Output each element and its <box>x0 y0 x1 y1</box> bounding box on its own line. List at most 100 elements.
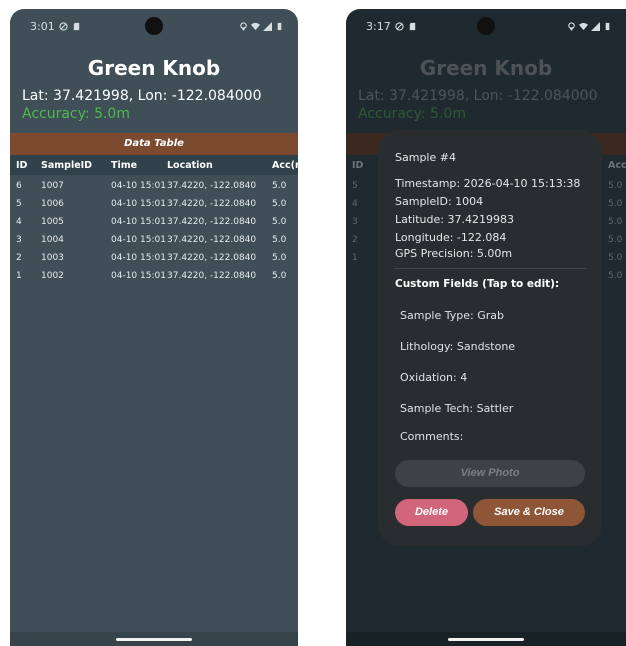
table-body: 6 1007 04-10 15:01 37.4220, -122.0840 5.… <box>10 177 298 285</box>
header-accuracy[interactable]: Acc(r <box>272 160 298 171</box>
sd-card-icon <box>73 22 79 30</box>
camera-cutout <box>477 17 495 35</box>
header-location[interactable]: Location <box>167 160 213 171</box>
lat-lon-readout: Lat: 37.421998, Lon: -122.084000 <box>22 88 262 104</box>
cell-id: 5 <box>352 181 358 191</box>
dnd-icon <box>59 21 68 31</box>
cell-accuracy: 5.0 <box>608 199 623 209</box>
cell-accuracy: 5.0 <box>272 181 287 191</box>
field-oxidation[interactable]: Oxidation: 4 <box>400 371 467 384</box>
cell-sampleid: 1003 <box>41 253 64 263</box>
cell-id: 5 <box>16 199 22 209</box>
battery-icon <box>277 22 282 30</box>
cell-accuracy: 5.0 <box>272 253 287 263</box>
table-header-row: ID SampleID Time Location Acc(r <box>10 155 298 175</box>
signal-icon <box>591 21 600 31</box>
table-row[interactable]: 3 1004 04-10 15:01 37.4220, -122.0840 5.… <box>10 231 298 249</box>
battery-icon <box>605 22 610 30</box>
delete-button[interactable]: Delete <box>395 499 468 526</box>
cell-time: 04-10 15:01 <box>111 217 166 227</box>
cell-id: 1 <box>352 253 358 263</box>
cell-time: 04-10 15:01 <box>111 253 166 263</box>
cell-location: 37.4220, -122.0840 <box>167 253 257 263</box>
gps-precision-text: GPS Precision: 5.00m <box>395 247 513 260</box>
data-table-title: Data Table <box>10 133 298 155</box>
wifi-icon <box>579 22 588 30</box>
accuracy-readout: Accuracy: 5.0m <box>22 106 130 122</box>
header-id: ID <box>352 159 364 171</box>
custom-fields-heading: Custom Fields (Tap to edit): <box>395 278 560 290</box>
cell-sampleid: 1007 <box>41 181 64 191</box>
cell-time: 04-10 15:01 <box>111 199 166 209</box>
cell-id: 6 <box>16 181 22 191</box>
dnd-icon <box>395 21 404 31</box>
longitude-text: Longitude: -122.084 <box>395 231 507 244</box>
field-comments[interactable]: Comments: <box>400 430 463 443</box>
cell-time: 04-10 15:01 <box>111 271 166 281</box>
camera-cutout <box>145 17 163 35</box>
cell-location: 37.4220, -122.0840 <box>167 271 257 281</box>
cell-accuracy: 5.0 <box>608 217 623 227</box>
cell-accuracy: 5.0 <box>272 199 287 209</box>
page-title: Green Knob <box>419 56 553 80</box>
timestamp-text: Timestamp: 2026-04-10 15:13:38 <box>395 177 581 190</box>
dialog-divider <box>394 268 586 269</box>
field-lithology[interactable]: Lithology: Sandstone <box>400 340 515 353</box>
cell-time: 04-10 15:01 <box>111 235 166 245</box>
left-phone-screen: 3:01 Green Knob Lat: 37.421998, Lon: -12… <box>10 9 298 646</box>
cell-id: 3 <box>352 217 358 227</box>
field-sample-tech[interactable]: Sample Tech: Sattler <box>400 402 513 415</box>
cell-accuracy: 5.0 <box>608 253 623 263</box>
lat-lon-readout: Lat: 37.421998, Lon: -122.084000 <box>358 88 598 104</box>
cell-accuracy: 5.0 <box>608 181 623 191</box>
cell-id: 4 <box>352 199 358 209</box>
table-row[interactable]: 2 1003 04-10 15:01 37.4220, -122.0840 5.… <box>10 249 298 267</box>
status-time: 3:01 <box>30 19 55 33</box>
save-close-button[interactable]: Save & Close <box>473 499 585 526</box>
latitude-text: Latitude: 37.4219983 <box>395 213 514 226</box>
header-id[interactable]: ID <box>16 160 27 171</box>
cell-location: 37.4220, -122.0840 <box>167 199 257 209</box>
cell-sampleid: 1004 <box>41 235 64 245</box>
table-row[interactable]: 6 1007 04-10 15:01 37.4220, -122.0840 5.… <box>10 177 298 195</box>
home-gesture-handle[interactable] <box>448 638 524 641</box>
cell-sampleid: 1002 <box>41 271 64 281</box>
cell-accuracy: 5.0 <box>272 271 287 281</box>
cell-location: 37.4220, -122.0840 <box>167 235 257 245</box>
table-row[interactable]: 5 1006 04-10 15:01 37.4220, -122.0840 5.… <box>10 195 298 213</box>
cell-time: 04-10 15:01 <box>111 181 166 191</box>
header-time[interactable]: Time <box>111 160 137 171</box>
cell-sampleid: 1006 <box>41 199 64 209</box>
cell-sampleid: 1005 <box>41 217 64 227</box>
navigation-bar <box>10 632 298 646</box>
accuracy-readout: Accuracy: 5.0m <box>358 106 466 122</box>
header-accuracy: Acc <box>608 159 626 171</box>
location-icon <box>240 21 247 31</box>
field-sample-type[interactable]: Sample Type: Grab <box>400 309 504 322</box>
cell-id: 4 <box>16 217 22 227</box>
right-phone-screen: 3:17 Green Knob Lat: 37.421998, Lon: -12… <box>346 9 626 646</box>
view-photo-button[interactable]: View Photo <box>395 460 585 487</box>
page-title: Green Knob <box>87 56 221 80</box>
dialog-title: Sample #4 <box>395 151 456 164</box>
status-time: 3:17 <box>366 19 391 33</box>
cell-location: 37.4220, -122.0840 <box>167 181 257 191</box>
navigation-bar <box>346 632 626 646</box>
home-gesture-handle[interactable] <box>116 638 192 641</box>
table-row[interactable]: 1 1002 04-10 15:01 37.4220, -122.0840 5.… <box>10 267 298 285</box>
table-row[interactable]: 4 1005 04-10 15:01 37.4220, -122.0840 5.… <box>10 213 298 231</box>
wifi-icon <box>251 22 260 30</box>
location-icon <box>568 21 575 31</box>
cell-location: 37.4220, -122.0840 <box>167 217 257 227</box>
sd-card-icon <box>409 22 415 30</box>
cell-id: 2 <box>16 253 22 263</box>
cell-accuracy: 5.0 <box>608 271 623 281</box>
sample-detail-dialog: Sample #4 Timestamp: 2026-04-10 15:13:38… <box>378 130 602 546</box>
cell-id: 1 <box>16 271 22 281</box>
sample-id-text: SampleID: 1004 <box>395 195 484 208</box>
cell-id: 2 <box>352 235 358 245</box>
cell-id: 3 <box>16 235 22 245</box>
cell-accuracy: 5.0 <box>608 235 623 245</box>
cell-accuracy: 5.0 <box>272 235 287 245</box>
header-sampleid[interactable]: SampleID <box>41 160 92 171</box>
